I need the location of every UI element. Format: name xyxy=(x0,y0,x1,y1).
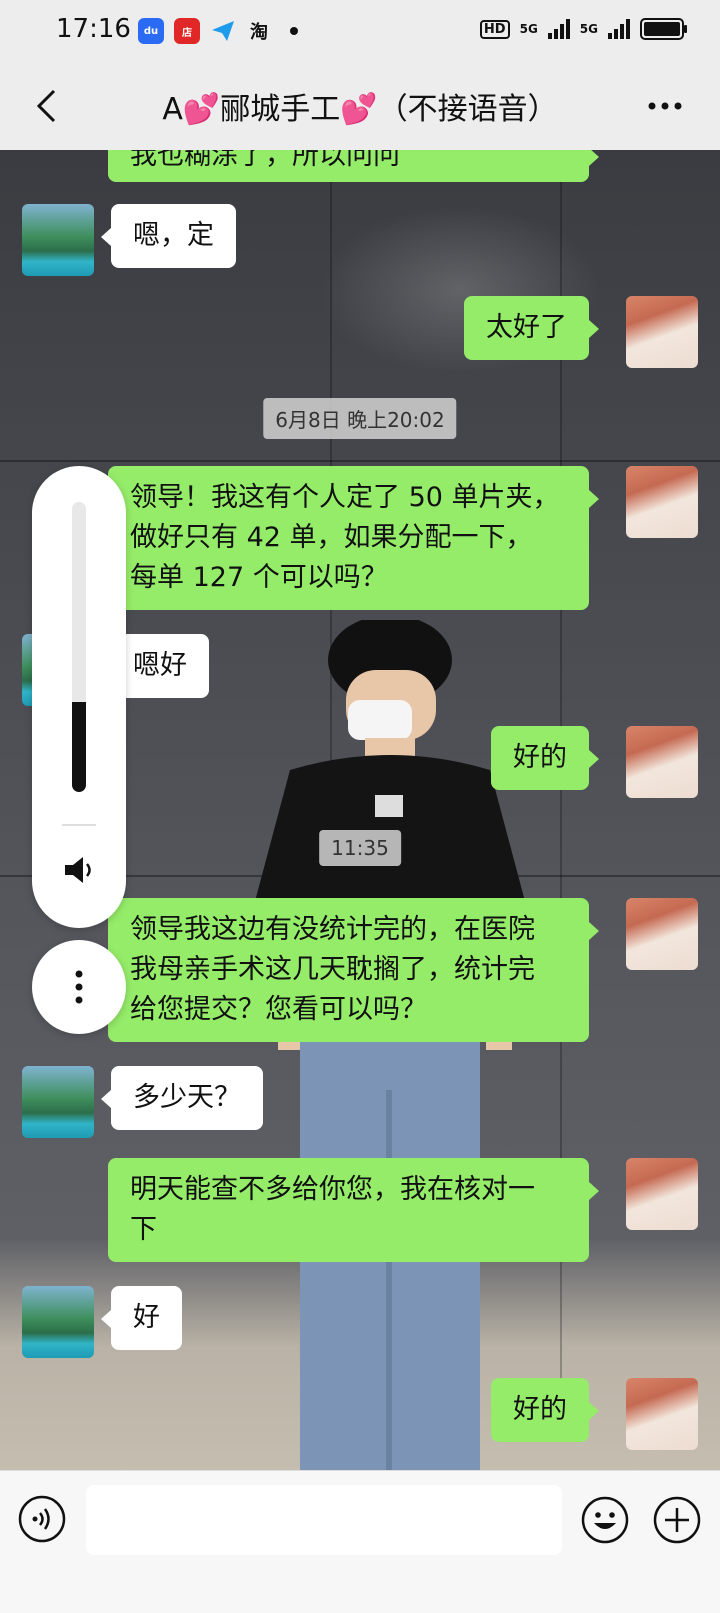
message-bubble-out[interactable]: 太好了 xyxy=(464,296,599,360)
voice-input-icon[interactable] xyxy=(18,1495,66,1543)
message-bubble-out[interactable]: 好的 xyxy=(491,726,599,790)
message-input[interactable] xyxy=(86,1485,562,1555)
signal-icon xyxy=(547,19,570,39)
my-avatar[interactable] xyxy=(626,1378,698,1450)
contact-avatar[interactable] xyxy=(22,204,94,276)
my-avatar[interactable] xyxy=(626,466,698,538)
my-avatar[interactable] xyxy=(626,1158,698,1230)
contact-avatar[interactable] xyxy=(22,1286,94,1358)
message-bubble-in[interactable]: 多少天？ xyxy=(101,1066,263,1130)
status-app-icons: du 店 淘 xyxy=(138,18,298,44)
battery-icon xyxy=(640,18,687,40)
status-bar: 17:16 du 店 淘 HD 5G 5G xyxy=(0,0,720,62)
speaker-icon[interactable] xyxy=(61,852,97,888)
baidu-app-icon: du xyxy=(138,18,164,44)
volume-panel[interactable] xyxy=(32,466,126,928)
message-timestamp: 6月8日 晚上20:02 xyxy=(263,398,457,439)
message-bubble-out[interactable]: 我也糊涂了，所以问问 xyxy=(108,150,599,182)
message-bubble-out[interactable]: 好的 xyxy=(491,1378,599,1442)
my-avatar[interactable] xyxy=(626,726,698,798)
back-button[interactable] xyxy=(22,82,70,130)
volume-divider xyxy=(62,824,96,826)
signal-5g-label: 5G xyxy=(519,22,538,36)
add-attachment-icon[interactable] xyxy=(652,1495,702,1545)
volume-slider-fill xyxy=(72,702,86,792)
emoji-icon[interactable] xyxy=(580,1495,630,1545)
more-horizontal-icon xyxy=(648,102,682,110)
volume-more-button[interactable] xyxy=(32,940,126,1034)
wall-line xyxy=(0,460,720,462)
send-app-icon xyxy=(210,18,236,44)
volume-slider[interactable] xyxy=(72,502,86,792)
message-timestamp: 11:35 xyxy=(319,830,401,866)
hd-label: HD xyxy=(479,19,510,39)
more-vertical-icon xyxy=(75,970,83,1004)
chat-header: A💕郦城手工💕（不接语音） xyxy=(0,62,720,150)
my-avatar[interactable] xyxy=(626,296,698,368)
contact-avatar[interactable] xyxy=(22,1066,94,1138)
status-indicators: HD 5G 5G xyxy=(479,18,687,40)
chevron-left-icon xyxy=(36,89,56,123)
message-bubble-in[interactable]: 好 xyxy=(101,1286,182,1350)
notification-dot-icon xyxy=(290,27,298,35)
chat-title: A💕郦城手工💕（不接语音） xyxy=(162,92,558,127)
status-time: 17:16 xyxy=(56,14,131,44)
taobao-app-icon: 淘 xyxy=(250,22,268,43)
signal-5g-label-2: 5G xyxy=(579,22,598,36)
more-options-button[interactable] xyxy=(640,84,690,128)
message-bubble-out[interactable]: 领导！我这有个人定了 50 单片夹， 做好只有 42 单，如果分配一下， 每单 … xyxy=(108,466,599,610)
store-app-icon: 店 xyxy=(174,18,200,44)
input-bar xyxy=(0,1470,720,1613)
signal-icon-2 xyxy=(608,19,630,39)
message-bubble-in[interactable]: 嗯，定 xyxy=(101,204,236,268)
message-bubble-out[interactable]: 领导我这边有没统计完的，在医院 我母亲手术这几天耽搁了，统计完 给您提交？您看可… xyxy=(108,898,599,1042)
my-avatar[interactable] xyxy=(626,898,698,970)
message-bubble-out[interactable]: 明天能查不多给你您，我在核对一 下 xyxy=(108,1158,599,1262)
